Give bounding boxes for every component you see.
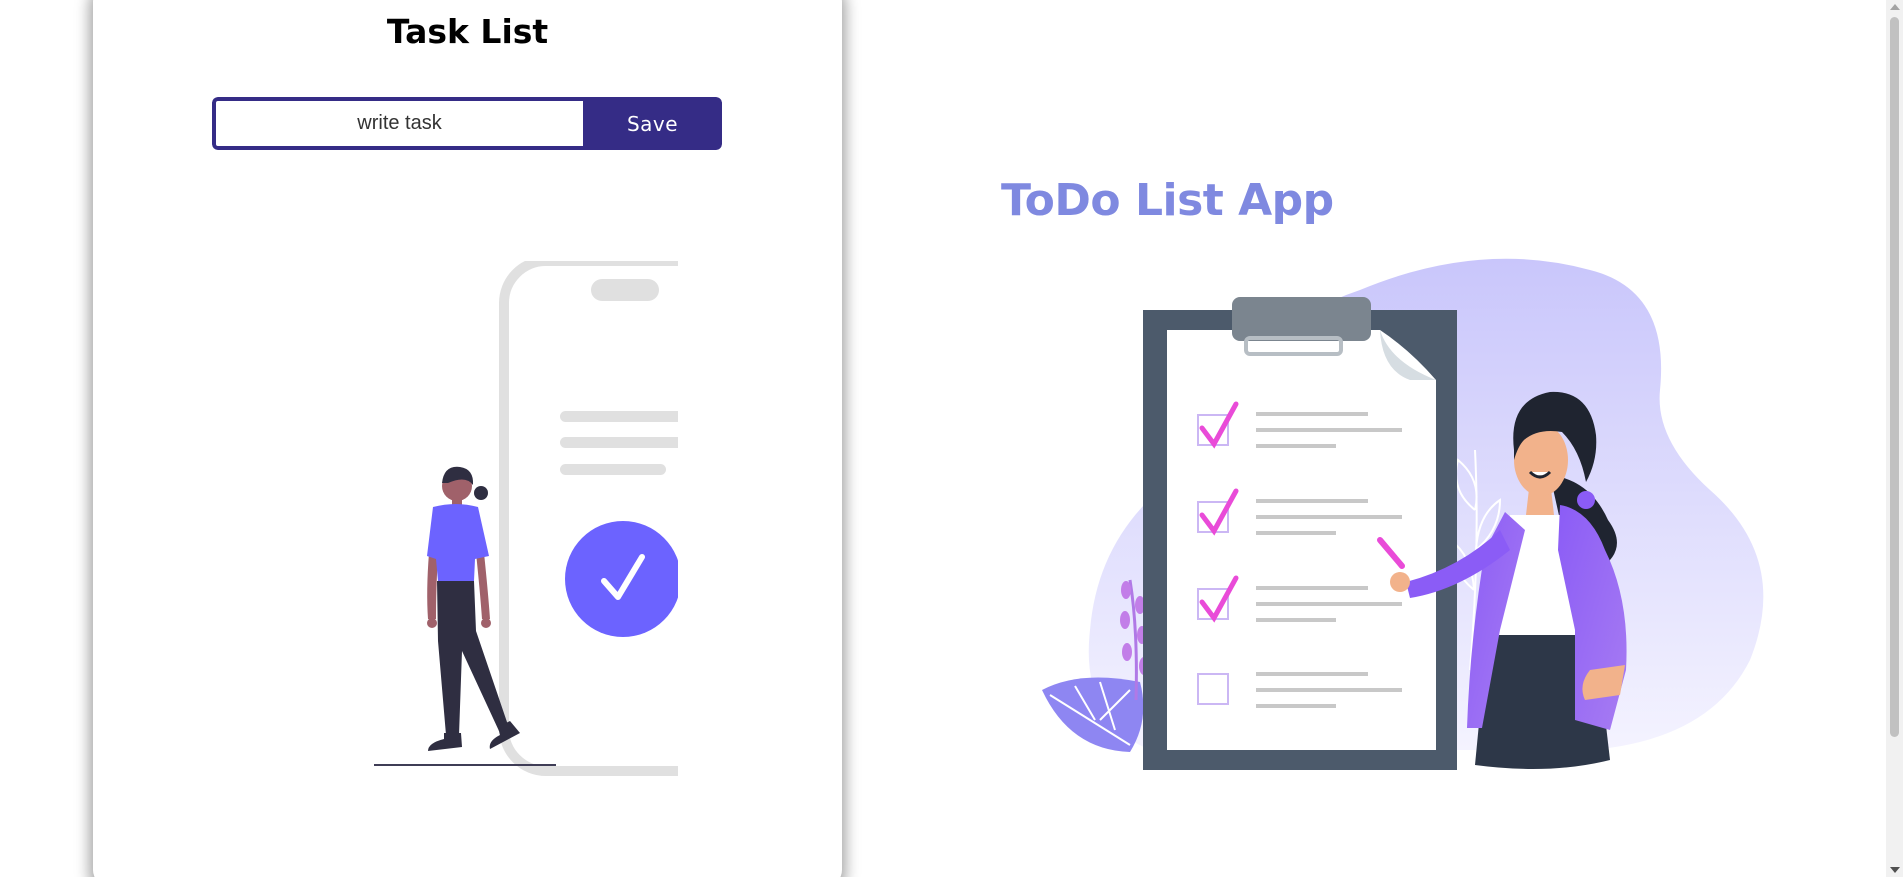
page: Task List Save bbox=[0, 0, 1903, 877]
vertical-scrollbar[interactable] bbox=[1886, 0, 1903, 877]
check-circle bbox=[565, 521, 678, 637]
phone-notch bbox=[591, 279, 659, 301]
phone-text-line bbox=[560, 464, 666, 475]
scroll-down-arrow-icon[interactable] bbox=[1890, 867, 1900, 873]
save-button[interactable]: Save bbox=[583, 97, 722, 150]
scroll-up-arrow-icon[interactable] bbox=[1890, 4, 1900, 10]
phone-frame bbox=[499, 261, 678, 776]
phone-checkmark-illustration bbox=[374, 261, 678, 776]
task-card: Task List Save bbox=[93, 0, 842, 877]
hero-title: ToDo List App bbox=[1001, 175, 1334, 226]
task-form: Save bbox=[212, 97, 722, 150]
phone-text-line bbox=[560, 437, 678, 448]
task-input[interactable] bbox=[212, 97, 583, 150]
phone-text-line bbox=[560, 411, 678, 422]
clipboard-illustration bbox=[1042, 258, 1774, 770]
card-title: Task List bbox=[386, 12, 549, 51]
scroll-thumb[interactable] bbox=[1890, 17, 1899, 737]
